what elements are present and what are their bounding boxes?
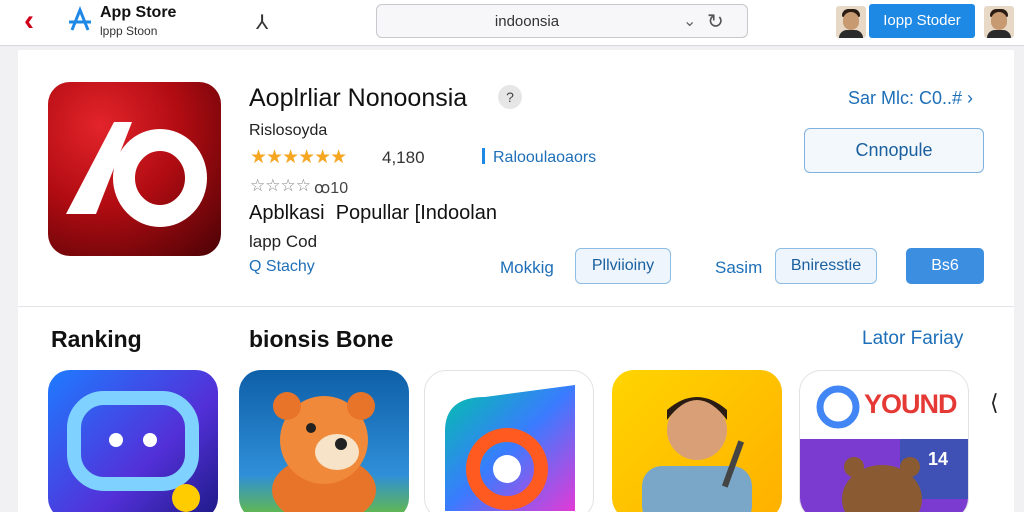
app-store-logo-icon xyxy=(69,6,91,31)
solid-button[interactable]: Bs6 xyxy=(906,248,984,284)
search-input[interactable]: indoonsia xyxy=(377,13,677,30)
app-tile-1[interactable] xyxy=(48,370,218,512)
rating-stars: ★★★★★★ xyxy=(250,147,347,168)
avatar-secondary[interactable] xyxy=(984,6,1014,38)
store-subtitle: lppp Stoon xyxy=(100,24,158,38)
pill-button-1[interactable]: Pllviioiny xyxy=(575,248,671,284)
secondary-rating-stars: ☆☆☆☆ xyxy=(250,176,311,195)
store-title: App Store xyxy=(100,4,177,21)
section-link[interactable]: Lator Fariay xyxy=(862,328,963,350)
back-chevron-icon[interactable]: ‹ xyxy=(24,6,52,36)
category-link[interactable]: Ralooulaoaors xyxy=(482,148,596,167)
glyph-icon[interactable]: ⅄ xyxy=(256,10,268,35)
top-bar: ‹ App Store lppp Stoon ⅄ indoonsia ⌄ ↻ I… xyxy=(0,0,1024,46)
scroll-handle-icon[interactable]: ⟨ xyxy=(990,390,999,416)
app-description: Apblkasi Popullar [Indoolan xyxy=(249,202,497,224)
section-title-ranking: Ranking xyxy=(51,326,142,352)
section-title-second: bionsis Bone xyxy=(249,326,394,352)
tile-5-title: YOUND xyxy=(864,389,958,419)
tile-5-badge: 14 xyxy=(928,449,949,469)
secondary-rating-count: ꝏ10 xyxy=(314,180,349,197)
search-bar[interactable]: indoonsia ⌄ ↻ xyxy=(376,4,748,38)
app-detail-panel: Aoplrliar Nonoonsia ? Rislosoyda ★★★★★★ … xyxy=(18,50,1014,512)
help-icon[interactable]: ? xyxy=(498,85,522,109)
refresh-icon[interactable]: ↻ xyxy=(707,9,724,34)
app-tile-4[interactable] xyxy=(612,370,782,512)
store-button[interactable]: Iopp Stoder xyxy=(869,4,975,38)
pill-button-2[interactable]: Bniresstie xyxy=(775,248,877,284)
app-tile-5[interactable]: YOUND 14 xyxy=(799,370,969,512)
chevron-down-icon[interactable]: ⌄ xyxy=(683,11,696,31)
avatar[interactable] xyxy=(836,6,866,38)
divider xyxy=(18,306,1014,307)
app-title: Aoplrliar Nonoonsia xyxy=(249,84,468,112)
primary-button[interactable]: Cnnopule xyxy=(804,128,984,173)
developer-name[interactable]: Rislosoyda xyxy=(249,122,327,140)
app-tile-2[interactable] xyxy=(239,370,409,512)
search-link[interactable]: Q Stachy xyxy=(249,258,315,276)
app-tile-3[interactable] xyxy=(424,370,594,512)
app-subtitle: lapp Cod xyxy=(249,232,318,251)
link-1[interactable]: Mokkig xyxy=(500,258,554,278)
rating-count: 4,180 xyxy=(382,148,425,167)
app-icon xyxy=(48,82,221,256)
link-2[interactable]: Sasim xyxy=(715,258,762,278)
see-all-link[interactable]: Sar Mlc: C0..# › xyxy=(848,88,973,109)
